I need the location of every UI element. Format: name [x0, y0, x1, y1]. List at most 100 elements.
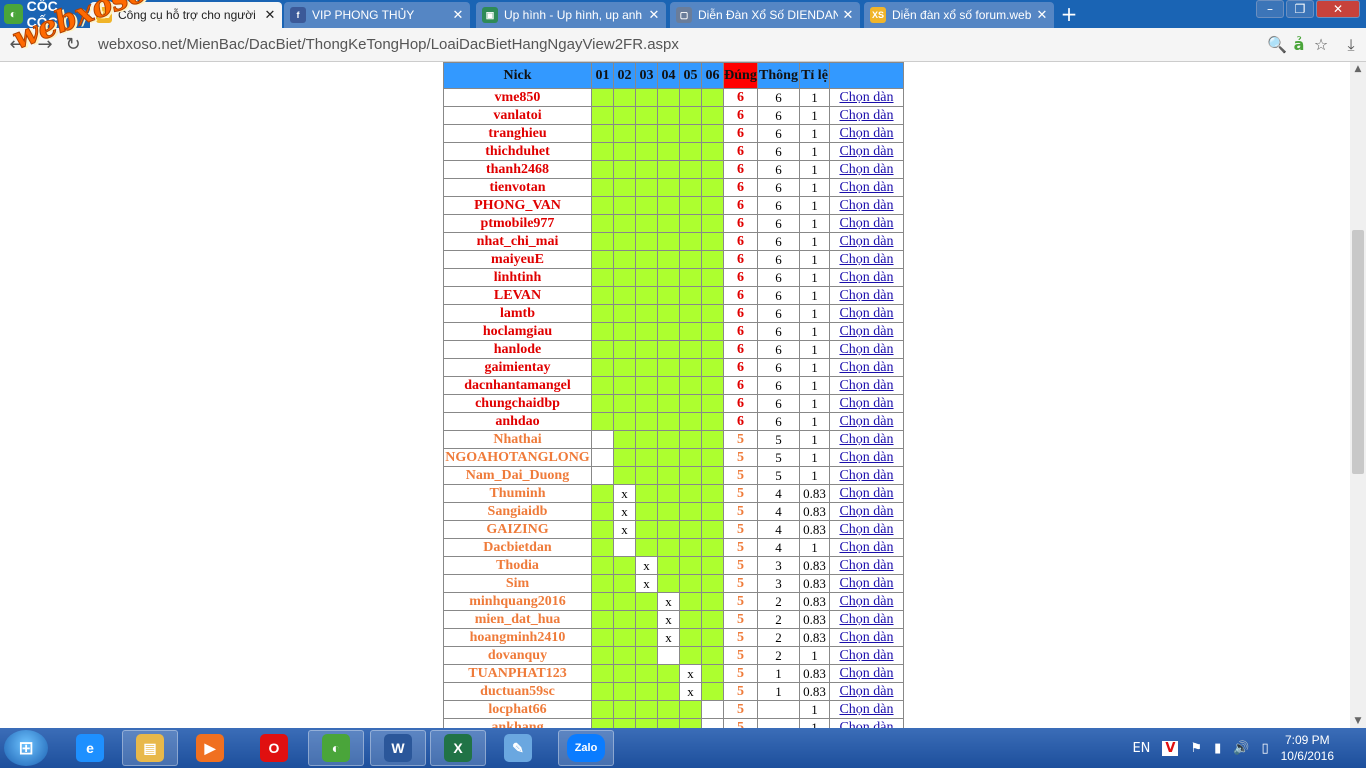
maximize-button[interactable]: ❐ — [1286, 0, 1314, 18]
vertical-scrollbar[interactable]: ▲ ▼ — [1350, 62, 1366, 728]
scrollbar-thumb[interactable] — [1352, 230, 1364, 474]
row-cell-4 — [657, 250, 680, 269]
chon-dan-link[interactable]: Chọn dàn — [839, 90, 893, 105]
taskbar-clock[interactable]: 7:09 PM 10/6/2016 — [1281, 732, 1334, 764]
table-row: maiyeuE 6 6 1 Chọn dàn — [443, 250, 904, 269]
chon-dan-link[interactable]: Chọn dàn — [839, 486, 893, 501]
chon-dan-link[interactable]: Chọn dàn — [839, 216, 893, 231]
row-cell-6 — [701, 304, 724, 323]
table-row: dovanquy 5 2 1 Chọn dàn — [443, 646, 904, 665]
taskbar-app-media[interactable]: ▶ — [182, 730, 238, 766]
address-bar[interactable]: webxoso.net/MienBac/DacBiet/ThongKeTongH… — [98, 33, 1254, 57]
vietkey-icon[interactable]: V — [1162, 740, 1179, 756]
tab-close-icon[interactable]: ✕ — [452, 7, 464, 23]
chon-dan-link[interactable]: Chọn dàn — [839, 288, 893, 303]
chon-dan-link[interactable]: Chọn dàn — [839, 522, 893, 537]
chon-dan-link[interactable]: Chọn dàn — [839, 450, 893, 465]
chon-dan-link[interactable]: Chọn dàn — [839, 396, 893, 411]
chon-dan-link[interactable]: Chọn dàn — [839, 198, 893, 213]
row-thong: 6 — [757, 106, 800, 125]
chon-dan-link[interactable]: Chọn dàn — [839, 270, 893, 285]
row-cell-4 — [657, 448, 680, 467]
row-thong: 6 — [757, 160, 800, 179]
taskbar-app-coccoc[interactable]: ◐ — [308, 730, 364, 766]
close-window-button[interactable]: ✕ — [1316, 0, 1360, 18]
chon-dan-link[interactable]: Chọn dàn — [839, 648, 893, 663]
chon-dan-link[interactable]: Chọn dàn — [839, 360, 893, 375]
chon-dan-link[interactable]: Chọn dàn — [839, 108, 893, 123]
chon-dan-link[interactable]: Chọn dàn — [839, 504, 893, 519]
tab-close-icon[interactable]: ✕ — [1036, 7, 1048, 23]
row-thong: 6 — [757, 340, 800, 359]
bookmark-star-icon[interactable]: ☆ — [1310, 34, 1332, 56]
chon-dan-link[interactable]: Chọn dàn — [839, 162, 893, 177]
chon-dan-link[interactable]: Chọn dàn — [839, 702, 893, 717]
chon-dan-link[interactable]: Chọn dàn — [839, 540, 893, 555]
scroll-up-icon[interactable]: ▲ — [1350, 62, 1366, 76]
row-cell-2 — [613, 664, 636, 683]
chon-dan-link[interactable]: Chọn dàn — [839, 684, 893, 699]
row-cell-2 — [613, 682, 636, 701]
minimize-button[interactable]: – — [1256, 0, 1284, 18]
chon-dan-link[interactable]: Chọn dàn — [839, 180, 893, 195]
chon-dan-link[interactable]: Chọn dàn — [839, 594, 893, 609]
row-cell-4 — [657, 466, 680, 485]
browser-tab-3[interactable]: ▣ Up hình - Up hình, up anh ✕ — [476, 2, 666, 28]
new-tab-button[interactable]: + — [1058, 4, 1080, 24]
scroll-down-icon[interactable]: ▼ — [1350, 714, 1366, 728]
row-cell-2 — [613, 376, 636, 395]
chon-dan-link[interactable]: Chọn dàn — [839, 612, 893, 627]
tray-flag-icon[interactable]: ⚑ — [1190, 741, 1202, 756]
chon-dan-link[interactable]: Chọn dàn — [839, 576, 893, 591]
chon-dan-link[interactable]: Chọn dàn — [839, 720, 893, 728]
language-indicator[interactable]: EN — [1132, 741, 1150, 756]
tab-close-icon[interactable]: ✕ — [264, 7, 276, 23]
chon-dan-link[interactable]: Chọn dàn — [839, 252, 893, 267]
row-cell-3 — [635, 466, 658, 485]
volume-icon[interactable]: 🔊 — [1233, 741, 1249, 756]
row-cell-6 — [701, 358, 724, 377]
row-cell-6 — [701, 682, 724, 701]
table-row: NGOAHOTANGLONG 5 5 1 Chọn dàn — [443, 448, 904, 467]
taskbar-app-word[interactable]: W — [370, 730, 426, 766]
row-tile: 1 — [799, 376, 830, 395]
tab-close-icon[interactable]: ✕ — [648, 7, 660, 23]
taskbar-app-paint[interactable]: ✎ — [490, 730, 546, 766]
browser-tab-5[interactable]: XS Diễn đàn xổ số forum.web ✕ — [864, 2, 1054, 28]
row-cell-4 — [657, 214, 680, 233]
row-tile: 1 — [799, 106, 830, 125]
chon-dan-link[interactable]: Chọn dàn — [839, 378, 893, 393]
table-body: vme850 6 6 1 Chọn dàn vanlatoi 6 6 1 Chọn dàn tran… — [443, 88, 904, 728]
browser-tab-4[interactable]: ▢ Diễn Đàn Xổ Số DIENDAN ✕ — [670, 2, 860, 28]
download-icon[interactable]: ⤓ — [1340, 34, 1362, 56]
tab-close-icon[interactable]: ✕ — [842, 7, 854, 23]
browser-tab-2[interactable]: f VIP PHONG THỦY ✕ — [284, 2, 470, 28]
row-nick: lamtb — [443, 304, 592, 323]
zoom-search-icon[interactable]: 🔍 — [1266, 34, 1288, 56]
table-row: tranghieu 6 6 1 Chọn dàn — [443, 124, 904, 143]
row-cell-5 — [679, 628, 702, 647]
battery-icon[interactable]: ▯ — [1261, 741, 1268, 756]
taskbar-app-zalo[interactable]: Zalo — [558, 730, 614, 766]
network-icon[interactable]: ▮ — [1214, 741, 1221, 756]
start-button[interactable]: ⊞ — [4, 730, 48, 766]
chon-dan-link[interactable]: Chọn dàn — [839, 468, 893, 483]
chon-dan-link[interactable]: Chọn dàn — [839, 558, 893, 573]
chon-dan-link[interactable]: Chọn dàn — [839, 414, 893, 429]
chon-dan-link[interactable]: Chọn dàn — [839, 432, 893, 447]
chon-dan-link[interactable]: Chọn dàn — [839, 342, 893, 357]
chon-dan-link[interactable]: Chọn dàn — [839, 324, 893, 339]
vietnamese-input-icon[interactable]: ả — [1288, 34, 1310, 56]
chon-dan-link[interactable]: Chọn dàn — [839, 630, 893, 645]
chon-dan-link[interactable]: Chọn dàn — [839, 144, 893, 159]
chon-dan-link[interactable]: Chọn dàn — [839, 234, 893, 249]
taskbar-app-explorer[interactable]: ▤ — [122, 730, 178, 766]
row-cell-2: x — [613, 502, 636, 521]
chon-dan-link[interactable]: Chọn dàn — [839, 666, 893, 681]
taskbar-app-opera[interactable]: O — [246, 730, 302, 766]
taskbar-app-ie[interactable]: e — [62, 730, 118, 766]
taskbar-app-excel[interactable]: X — [430, 730, 486, 766]
chon-dan-link[interactable]: Chọn dàn — [839, 306, 893, 321]
chon-dan-link[interactable]: Chọn dàn — [839, 126, 893, 141]
row-tile: 1 — [799, 412, 830, 431]
